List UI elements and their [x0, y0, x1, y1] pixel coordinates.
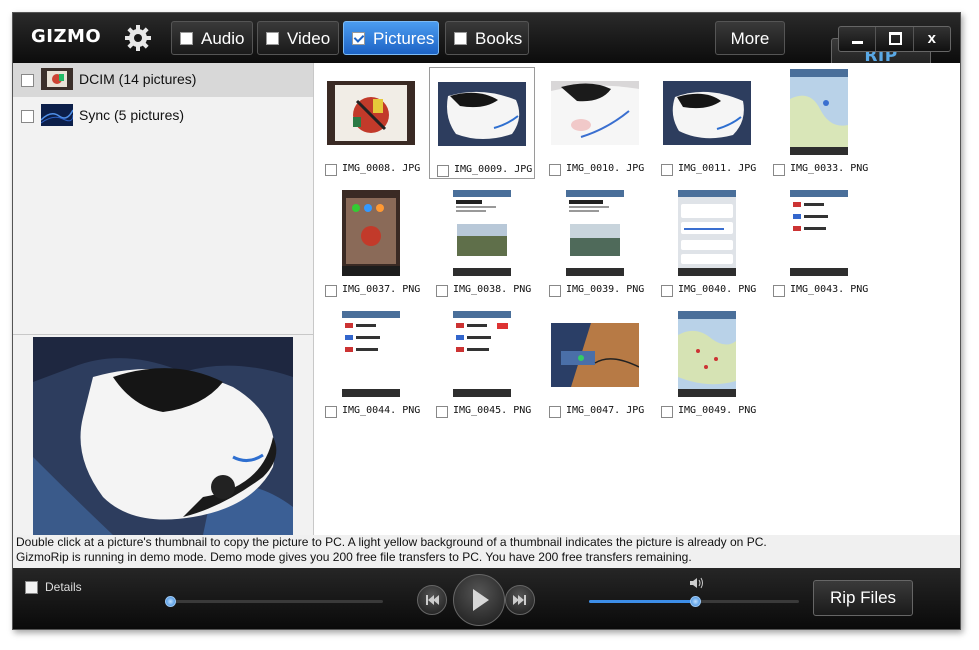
picture-checkbox[interactable]: [661, 285, 673, 297]
details-label: Details: [45, 580, 82, 594]
picture-thumbnail[interactable]: [663, 81, 751, 145]
tab-checkbox[interactable]: [454, 32, 467, 45]
picture-thumbnail[interactable]: [566, 190, 624, 276]
progress-slider[interactable]: [165, 596, 383, 607]
picture-grid: IMG_0008. JPG IMG_0009. JPG IMG_0010. JP…: [314, 63, 960, 535]
previous-icon: [426, 595, 439, 605]
window-controls: x: [838, 26, 951, 52]
next-icon: [513, 595, 526, 605]
maximize-button[interactable]: [876, 27, 914, 51]
picture-item[interactable]: IMG_0040. PNG: [654, 188, 760, 300]
picture-thumbnail[interactable]: [678, 190, 736, 276]
rip-files-button[interactable]: Rip Files: [813, 580, 913, 616]
picture-item[interactable]: IMG_0043. PNG: [766, 188, 872, 300]
picture-checkbox[interactable]: [549, 285, 561, 297]
picture-checkbox[interactable]: [325, 285, 337, 297]
picture-checkbox[interactable]: [325, 164, 337, 176]
picture-checkbox[interactable]: [773, 285, 785, 297]
picture-thumbnail[interactable]: [342, 190, 400, 276]
picture-item[interactable]: IMG_0045. PNG: [429, 309, 535, 421]
status-demo: GizmoRip is running in demo mode. Demo m…: [16, 550, 692, 564]
picture-item[interactable]: IMG_0008. JPG: [318, 67, 424, 179]
picture-thumbnail[interactable]: [453, 311, 511, 397]
album-thumbnail: [41, 68, 73, 90]
picture-item[interactable]: IMG_0049. PNG: [654, 309, 760, 421]
picture-item[interactable]: IMG_0009. JPG: [429, 67, 535, 179]
picture-thumbnail[interactable]: [678, 311, 736, 397]
settings-gear-icon[interactable]: [123, 23, 153, 53]
album-checkbox[interactable]: [21, 74, 34, 87]
picture-checkbox[interactable]: [325, 406, 337, 418]
volume-handle[interactable]: [690, 596, 701, 607]
picture-checkbox[interactable]: [773, 164, 785, 176]
picture-thumbnail[interactable]: [438, 82, 526, 146]
album-item-sync[interactable]: Sync (5 pictures): [13, 99, 313, 133]
status-area: Double click at a picture's thumbnail to…: [13, 535, 960, 567]
picture-item[interactable]: IMG_0033. PNG: [766, 67, 872, 179]
picture-item[interactable]: IMG_0038. PNG: [429, 188, 535, 300]
picture-checkbox[interactable]: [436, 406, 448, 418]
picture-item[interactable]: IMG_0047. JPG: [542, 309, 648, 421]
picture-checkbox[interactable]: [661, 406, 673, 418]
album-thumbnail: [41, 104, 73, 126]
picture-item[interactable]: IMG_0037. PNG: [318, 188, 424, 300]
picture-item[interactable]: IMG_0011. JPG: [654, 67, 760, 179]
tab-checkbox[interactable]: [180, 32, 193, 45]
picture-thumbnail[interactable]: [790, 69, 848, 155]
picture-item[interactable]: IMG_0044. PNG: [318, 309, 424, 421]
picture-thumbnail[interactable]: [790, 190, 848, 276]
picture-thumbnail[interactable]: [342, 311, 400, 397]
picture-checkbox[interactable]: [549, 164, 561, 176]
tab-audio[interactable]: Audio: [171, 21, 253, 55]
previous-button[interactable]: [417, 585, 447, 615]
more-button[interactable]: More: [715, 21, 785, 55]
top-toolbar: GIZMO RIP Audio Video Pictures Books More: [13, 13, 960, 74]
divider: [13, 334, 313, 335]
play-button[interactable]: [453, 574, 505, 626]
play-icon: [473, 589, 489, 611]
player-bar: Details Rip Files: [13, 568, 960, 629]
tab-books[interactable]: Books: [445, 21, 529, 55]
picture-thumbnail[interactable]: [551, 81, 639, 145]
volume-slider[interactable]: [589, 596, 799, 607]
tab-checkbox[interactable]: [266, 32, 279, 45]
picture-checkbox[interactable]: [549, 406, 561, 418]
progress-handle[interactable]: [165, 596, 176, 607]
tab-pictures[interactable]: Pictures: [343, 21, 439, 55]
next-button[interactable]: [505, 585, 535, 615]
details-checkbox[interactable]: [25, 581, 38, 594]
picture-thumbnail[interactable]: [453, 190, 511, 276]
app-logo: GIZMO RIP: [31, 26, 931, 74]
minimize-button[interactable]: [839, 27, 877, 51]
picture-item[interactable]: IMG_0010. JPG: [542, 67, 648, 179]
picture-checkbox[interactable]: [436, 285, 448, 297]
gizmorip-window: GIZMO RIP Audio Video Pictures Books More: [12, 12, 961, 630]
picture-preview: [33, 337, 293, 535]
picture-thumbnail[interactable]: [551, 323, 639, 387]
volume-fill: [589, 600, 694, 603]
volume-icon: [690, 577, 703, 589]
album-item-dcim[interactable]: DCIM (14 pictures): [13, 63, 313, 97]
tab-video[interactable]: Video: [257, 21, 339, 55]
picture-thumbnail[interactable]: [327, 81, 415, 145]
picture-item[interactable]: IMG_0039. PNG: [542, 188, 648, 300]
tab-checkbox[interactable]: [352, 32, 365, 45]
status-hint: Double click at a picture's thumbnail to…: [16, 535, 767, 549]
picture-checkbox[interactable]: [437, 165, 449, 177]
close-button[interactable]: x: [914, 27, 950, 51]
album-panel: DCIM (14 pictures) Sync (5 pictures): [13, 63, 314, 535]
picture-checkbox[interactable]: [661, 164, 673, 176]
album-checkbox[interactable]: [21, 110, 34, 123]
